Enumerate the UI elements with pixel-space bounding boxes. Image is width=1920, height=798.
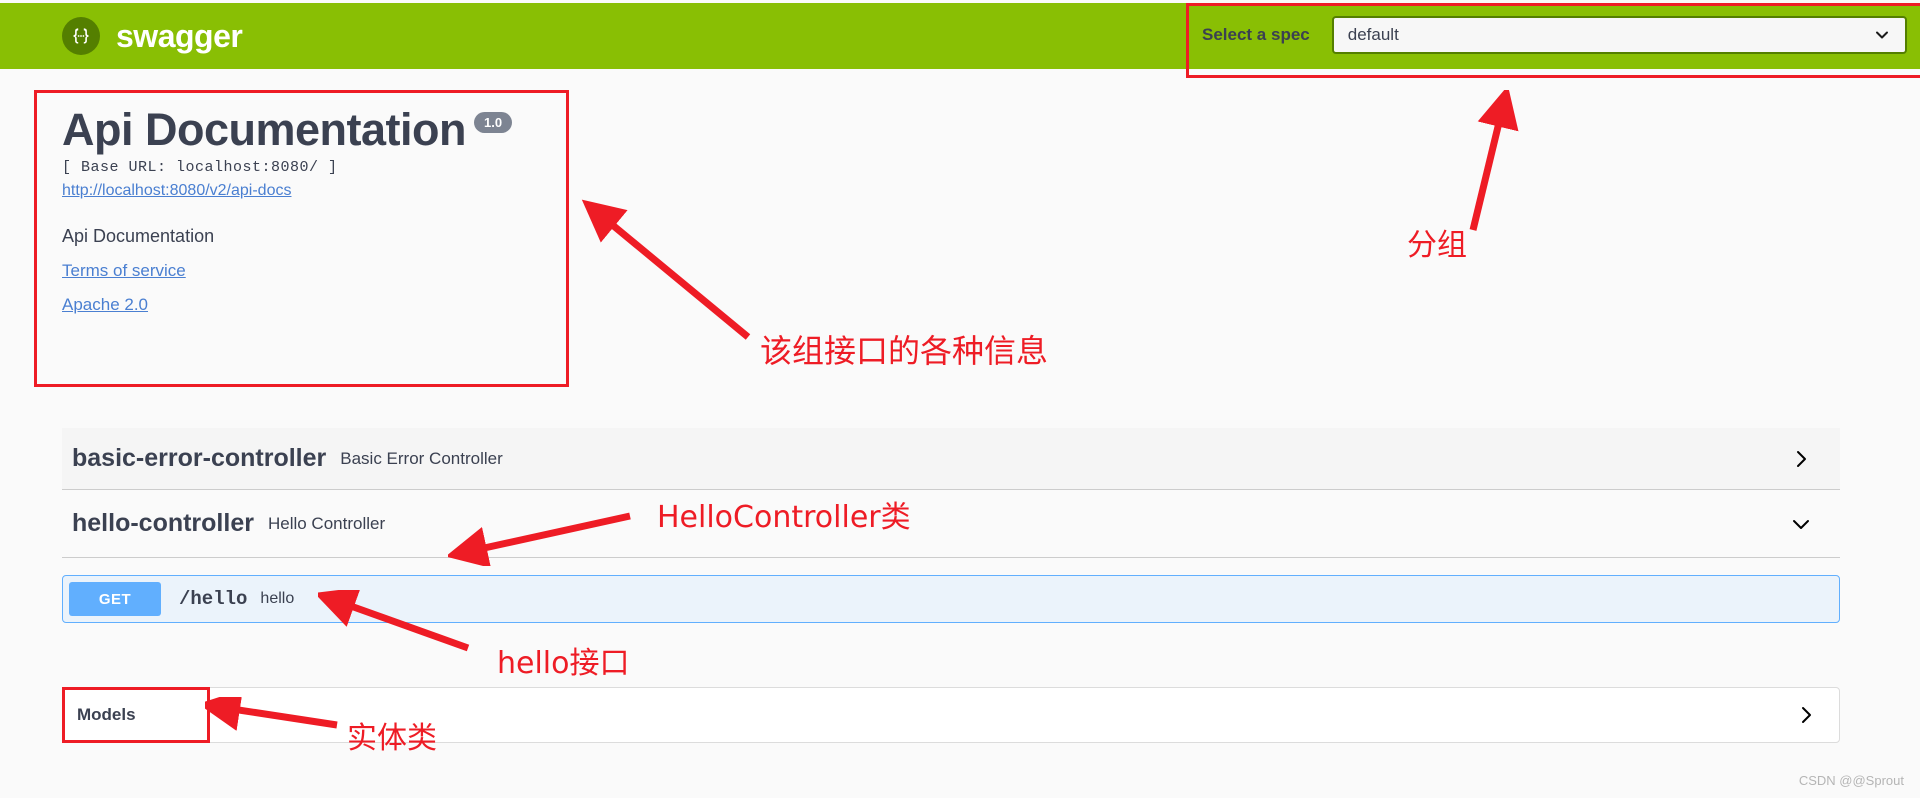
spec-select-dropdown[interactable]: default	[1331, 16, 1907, 54]
page-title: Api Documentation	[62, 104, 467, 155]
tag-description: Hello Controller	[267, 513, 386, 533]
swagger-logo[interactable]: swagger	[62, 17, 243, 55]
chevron-right-icon[interactable]	[1790, 448, 1812, 470]
operation-row-get-hello[interactable]: GET /hello hello	[62, 575, 1840, 623]
annotation-label-api-info: 该组接口的各种信息	[760, 332, 1049, 370]
models-label: Models	[77, 705, 136, 724]
license-link[interactable]: Apache 2.0	[62, 295, 595, 315]
base-url-text: [ Base URL: localhost:8080/ ]	[62, 159, 338, 177]
http-method-badge: GET	[69, 582, 161, 616]
spec-selector-label: Select a spec	[1202, 25, 1310, 44]
annotation-arrow-group	[1469, 90, 1519, 231]
api-docs-link[interactable]: http://localhost:8080/v2/api-docs	[62, 182, 291, 200]
swagger-logo-text: swagger	[116, 17, 243, 54]
watermark: CSDN @@Sprout	[1798, 773, 1904, 788]
terms-of-service-link[interactable]: Terms of service	[62, 261, 595, 281]
api-title-row: Api Documentation 1.0	[62, 106, 595, 153]
tag-name: basic-error-controller	[72, 444, 327, 472]
tag-section-hello-controller[interactable]: hello-controller Hello Controller	[62, 490, 1840, 558]
tag-section-basic-error-controller[interactable]: basic-error-controller Basic Error Contr…	[62, 428, 1840, 490]
spec-selector: Select a spec default	[1202, 16, 1907, 54]
version-badge: 1.0	[474, 112, 513, 133]
chevron-down-icon[interactable]	[1790, 513, 1812, 535]
models-section[interactable]: Models	[62, 687, 1840, 743]
annotation-label-group: 分组	[1407, 228, 1467, 263]
spec-select-value: default	[1347, 25, 1399, 44]
top-bar: swagger Select a spec default	[0, 3, 1920, 69]
operation-summary: hello	[260, 590, 295, 607]
chevron-down-icon	[1875, 28, 1889, 42]
annotation-arrow-api-info	[581, 199, 751, 340]
operation-path: /hello	[179, 588, 248, 610]
chevron-right-icon[interactable]	[1795, 704, 1817, 726]
swagger-ui-page: swagger Select a spec default Api Docume…	[0, 0, 1920, 798]
tag-description: Basic Error Controller	[340, 448, 503, 468]
annotation-label-hello-interface: hello接口	[497, 646, 630, 681]
api-description: Api Documentation	[62, 226, 215, 247]
tag-name: hello-controller	[72, 509, 254, 537]
api-info-block: Api Documentation 1.0 [ Base URL: localh…	[62, 106, 595, 315]
swagger-brace-icon	[62, 17, 100, 55]
